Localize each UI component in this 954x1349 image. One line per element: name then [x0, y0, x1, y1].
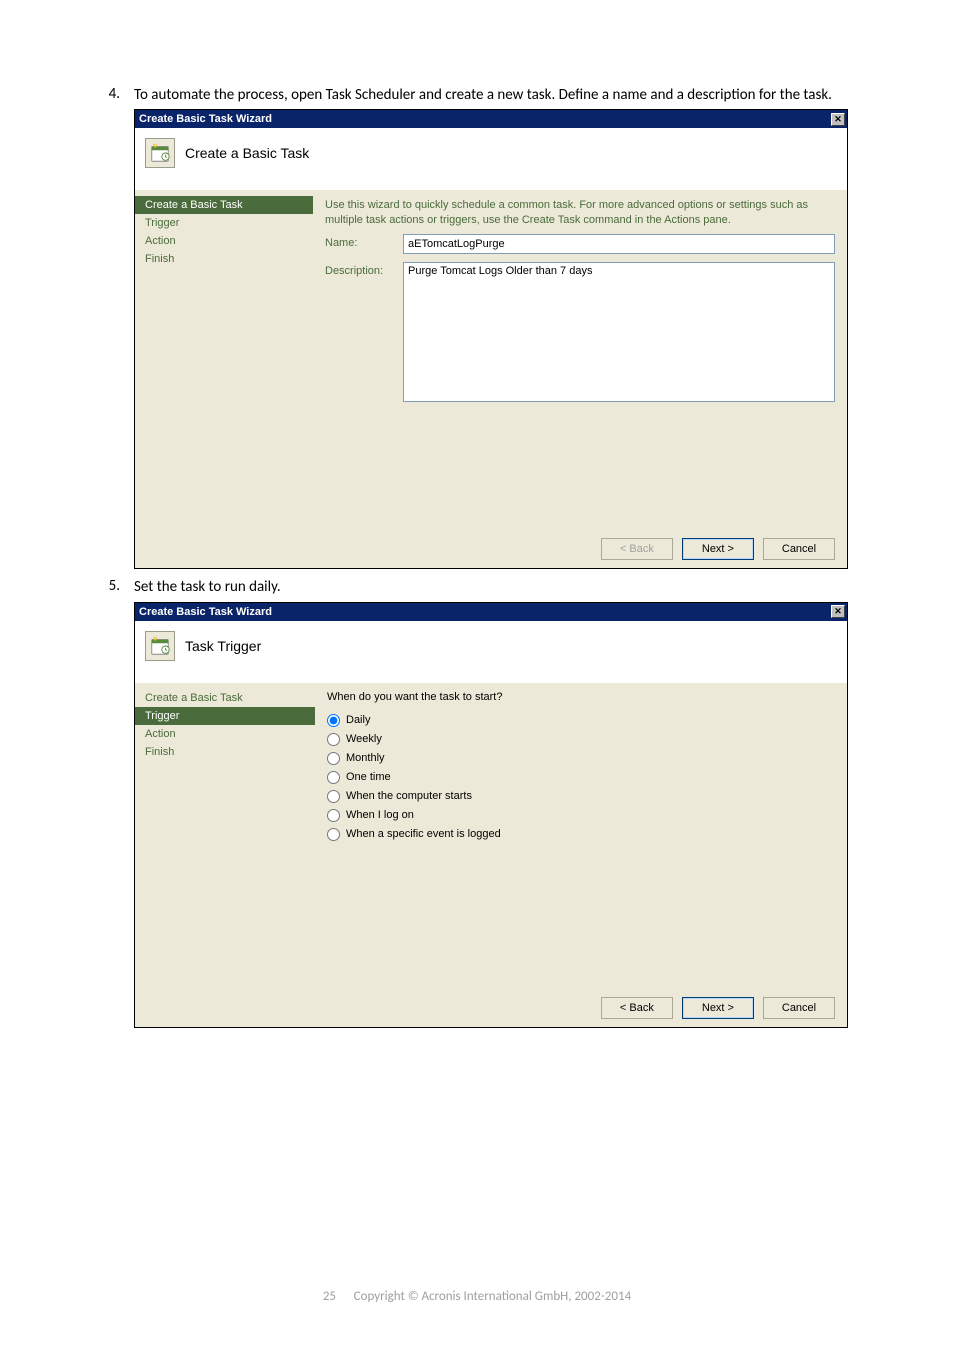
- trigger-prompt: When do you want the task to start?: [327, 691, 835, 703]
- dialog-title: Create Basic Task Wizard: [139, 606, 831, 618]
- calendar-icon: [145, 138, 175, 168]
- radio-specific-event[interactable]: When a specific event is logged: [327, 825, 835, 844]
- sidebar-item-trigger[interactable]: Trigger: [135, 707, 315, 725]
- radio-label: One time: [346, 771, 391, 783]
- instruction-text: Set the task to run daily.: [134, 577, 854, 597]
- task-description-input[interactable]: [403, 262, 835, 402]
- radio-onetime[interactable]: One time: [327, 768, 835, 787]
- wizard-sidebar: Create a Basic Task Trigger Action Finis…: [135, 190, 313, 530]
- dialog-header: Create a Basic Task: [135, 128, 847, 190]
- task-trigger-wizard-dialog: Create Basic Task Wizard ✕ Task Trigger …: [134, 602, 848, 1028]
- sidebar-item-trigger[interactable]: Trigger: [135, 214, 313, 232]
- radio-daily[interactable]: Daily: [327, 711, 835, 730]
- sidebar-item-action[interactable]: Action: [135, 725, 315, 743]
- sidebar-item-finish[interactable]: Finish: [135, 250, 313, 268]
- task-name-input[interactable]: [403, 234, 835, 254]
- close-icon[interactable]: ✕: [831, 113, 845, 126]
- radio-label: When I log on: [346, 809, 414, 821]
- sidebar-item-create[interactable]: Create a Basic Task: [135, 689, 315, 707]
- dialog-titlebar: Create Basic Task Wizard ✕: [135, 603, 847, 621]
- back-button: < Back: [601, 538, 673, 560]
- close-icon[interactable]: ✕: [831, 605, 845, 618]
- list-number: 4.: [100, 85, 134, 105]
- radio-monthly[interactable]: Monthly: [327, 749, 835, 768]
- name-label: Name:: [325, 234, 403, 249]
- radio-label: When a specific event is logged: [346, 828, 501, 840]
- wizard-hint: Use this wizard to quickly schedule a co…: [325, 198, 835, 228]
- cancel-button[interactable]: Cancel: [763, 997, 835, 1019]
- dialog-titlebar: Create Basic Task Wizard ✕: [135, 110, 847, 128]
- sidebar-item-finish[interactable]: Finish: [135, 743, 315, 761]
- page-number: 25: [323, 1289, 336, 1304]
- radio-daily-input[interactable]: [327, 714, 340, 727]
- radio-onetime-input[interactable]: [327, 771, 340, 784]
- sidebar-item-action[interactable]: Action: [135, 232, 313, 250]
- copyright-text: Copyright © Acronis International GmbH, …: [354, 1289, 632, 1304]
- radio-logon-input[interactable]: [327, 809, 340, 822]
- list-number: 5.: [100, 577, 134, 597]
- radio-label: Daily: [346, 714, 370, 726]
- wizard-step-title: Create a Basic Task: [185, 145, 309, 161]
- radio-computer-starts[interactable]: When the computer starts: [327, 787, 835, 806]
- radio-weekly[interactable]: Weekly: [327, 730, 835, 749]
- radio-specific-event-input[interactable]: [327, 828, 340, 841]
- cancel-button[interactable]: Cancel: [763, 538, 835, 560]
- wizard-sidebar: Create a Basic Task Trigger Action Finis…: [135, 683, 315, 989]
- calendar-icon: [145, 631, 175, 661]
- radio-computer-starts-input[interactable]: [327, 790, 340, 803]
- radio-label: Weekly: [346, 733, 382, 745]
- next-button[interactable]: Next >: [682, 997, 754, 1019]
- instruction-text: To automate the process, open Task Sched…: [134, 85, 854, 105]
- next-button[interactable]: Next >: [682, 538, 754, 560]
- radio-label: Monthly: [346, 752, 385, 764]
- description-label: Description:: [325, 262, 403, 277]
- dialog-header: Task Trigger: [135, 621, 847, 683]
- dialog-title: Create Basic Task Wizard: [139, 113, 831, 125]
- page-footer: 25 Copyright © Acronis International Gmb…: [0, 1289, 954, 1304]
- radio-label: When the computer starts: [346, 790, 472, 802]
- radio-monthly-input[interactable]: [327, 752, 340, 765]
- radio-logon[interactable]: When I log on: [327, 806, 835, 825]
- radio-weekly-input[interactable]: [327, 733, 340, 746]
- create-basic-task-wizard-dialog: Create Basic Task Wizard ✕ Create a Basi…: [134, 109, 848, 569]
- wizard-step-title: Task Trigger: [185, 638, 261, 654]
- sidebar-item-create[interactable]: Create a Basic Task: [135, 196, 313, 214]
- back-button[interactable]: < Back: [601, 997, 673, 1019]
